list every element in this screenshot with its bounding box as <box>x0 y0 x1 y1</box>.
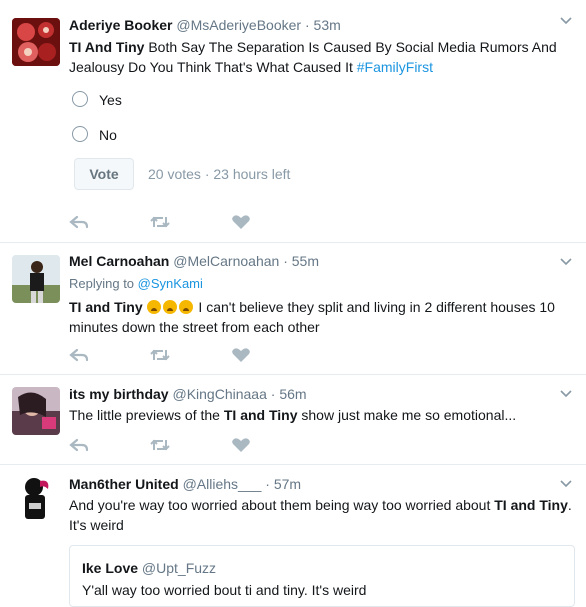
author-name[interactable]: Aderiye Booker <box>69 17 172 33</box>
timestamp[interactable]: 55m <box>292 253 319 269</box>
quoted-tweet-text: Y'all way too worried bout ti and tiny. … <box>82 582 367 598</box>
tired-face-emoji-icon <box>178 300 193 314</box>
time-left: 23 hours left <box>213 166 291 182</box>
tweet-actions <box>69 347 269 363</box>
replying-prefix: Replying to <box>69 276 135 291</box>
reply-icon[interactable] <box>69 347 91 363</box>
tweet-actions <box>69 437 269 453</box>
tweet-header: Aderiye Booker @MsAderiyeBooker · 53m <box>69 16 572 34</box>
tweet-header: Man6ther United @Alliehs___ · 57m <box>69 475 572 493</box>
tired-face-emoji-icon <box>162 300 177 314</box>
author-name[interactable]: Man6ther United <box>69 476 179 492</box>
separator: · <box>204 166 210 182</box>
separator: · <box>304 17 310 33</box>
retweet-icon[interactable] <box>149 437 171 453</box>
like-icon[interactable] <box>230 214 252 230</box>
avatar[interactable] <box>12 475 60 523</box>
avatar[interactable] <box>12 387 60 435</box>
tweet-3: its my birthday @KingChinaaa · 56m The l… <box>0 375 586 465</box>
quoted-tweet[interactable]: Ike Love @Upt_Fuzz Y'all way too worried… <box>69 545 575 607</box>
tweet-text: TI and Tiny I can't believe they split a… <box>69 297 572 337</box>
reply-context: Replying to @SynKami <box>69 275 572 293</box>
like-icon[interactable] <box>230 437 252 453</box>
like-icon[interactable] <box>230 347 252 363</box>
reply-icon[interactable] <box>69 437 91 453</box>
replying-to-link[interactable]: @SynKami <box>138 276 203 291</box>
tweet-header: Mel Carnoahan @MelCarnoahan · 55m <box>69 252 572 270</box>
text-bold: TI and Tiny <box>69 299 143 315</box>
text-pre: And you're way too worried about them be… <box>69 497 495 513</box>
poll-meta: 20 votes · 23 hours left <box>148 166 290 182</box>
poll-option-label: No <box>99 127 117 143</box>
vote-button[interactable]: Vote <box>74 158 134 190</box>
timestamp[interactable]: 56m <box>279 386 306 402</box>
quoted-author-name: Ike Love <box>82 560 139 576</box>
quoted-tweet-header: Ike Love @Upt_Fuzz <box>82 560 216 576</box>
tweet-header: its my birthday @KingChinaaa · 56m <box>69 385 572 403</box>
author-handle[interactable]: @KingChinaaa <box>172 386 266 402</box>
text-bold: TI and Tiny <box>223 407 298 423</box>
avatar[interactable] <box>12 255 60 303</box>
separator: · <box>265 476 270 492</box>
radio-button[interactable] <box>72 91 88 107</box>
tired-face-emoji-icon <box>146 300 161 314</box>
reply-icon[interactable] <box>69 214 91 230</box>
author-handle[interactable]: @MsAderiyeBooker <box>176 17 301 33</box>
separator: · <box>283 253 288 269</box>
vote-count: 20 votes <box>148 166 201 182</box>
retweet-icon[interactable] <box>149 214 171 230</box>
hashtag-link[interactable]: #FamilyFirst <box>357 59 433 75</box>
author-name[interactable]: Mel Carnoahan <box>69 253 169 269</box>
tweet-text: The little previews of the TI and Tiny s… <box>69 405 572 425</box>
radio-button[interactable] <box>72 126 88 142</box>
quoted-author-handle: @Upt_Fuzz <box>141 560 217 576</box>
tweet-2: Mel Carnoahan @MelCarnoahan · 55m Replyi… <box>0 243 586 375</box>
tweet-actions <box>69 214 269 230</box>
timestamp[interactable]: 53m <box>314 17 341 33</box>
separator: · <box>270 386 276 402</box>
author-handle[interactable]: @MelCarnoahan <box>173 253 279 269</box>
author-handle[interactable]: @Alliehs___ <box>183 476 262 492</box>
text-bold: TI And Tiny <box>69 39 145 55</box>
text-rest: show just make me so emotional... <box>297 407 517 423</box>
tweet-text: And you're way too worried about them be… <box>69 495 572 535</box>
tweet-1: Aderiye Booker @MsAderiyeBooker · 53m TI… <box>0 0 586 243</box>
poll-option-label: Yes <box>99 92 122 108</box>
author-name[interactable]: its my birthday <box>69 386 169 402</box>
avatar[interactable] <box>12 18 60 66</box>
text-pre: The little previews of the <box>69 407 224 423</box>
retweet-icon[interactable] <box>149 347 171 363</box>
timestamp[interactable]: 57m <box>274 476 301 492</box>
tweet-text: TI And Tiny Both Say The Separation Is C… <box>69 37 572 77</box>
text-bold: TI and Tiny <box>494 497 568 513</box>
